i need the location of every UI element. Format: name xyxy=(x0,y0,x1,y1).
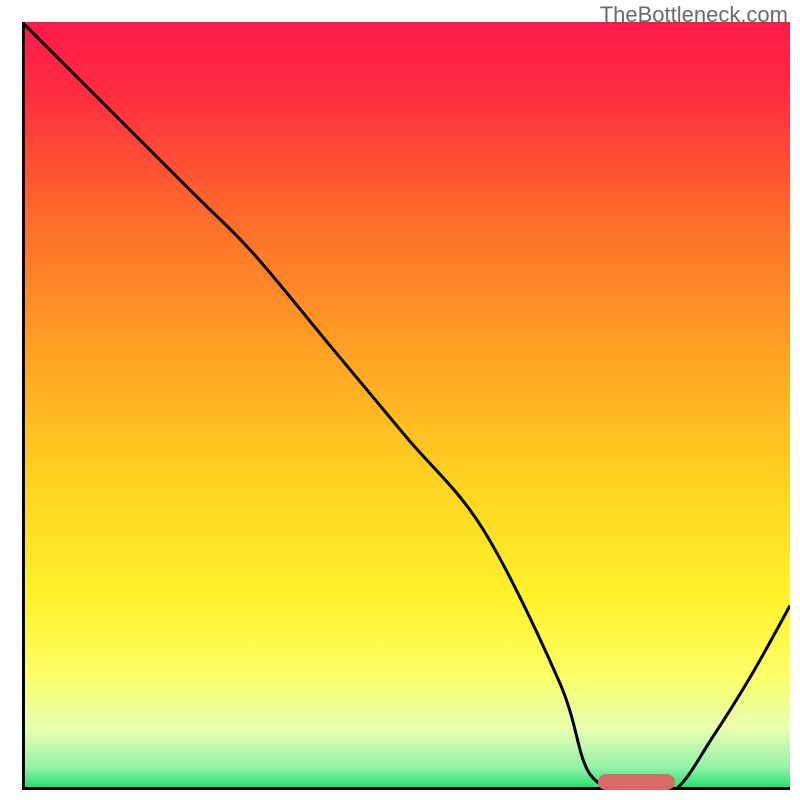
bottleneck-chart xyxy=(22,22,790,790)
watermark-text: TheBottleneck.com xyxy=(600,2,788,28)
optimal-range-marker xyxy=(598,774,675,790)
chart-svg xyxy=(22,22,790,790)
